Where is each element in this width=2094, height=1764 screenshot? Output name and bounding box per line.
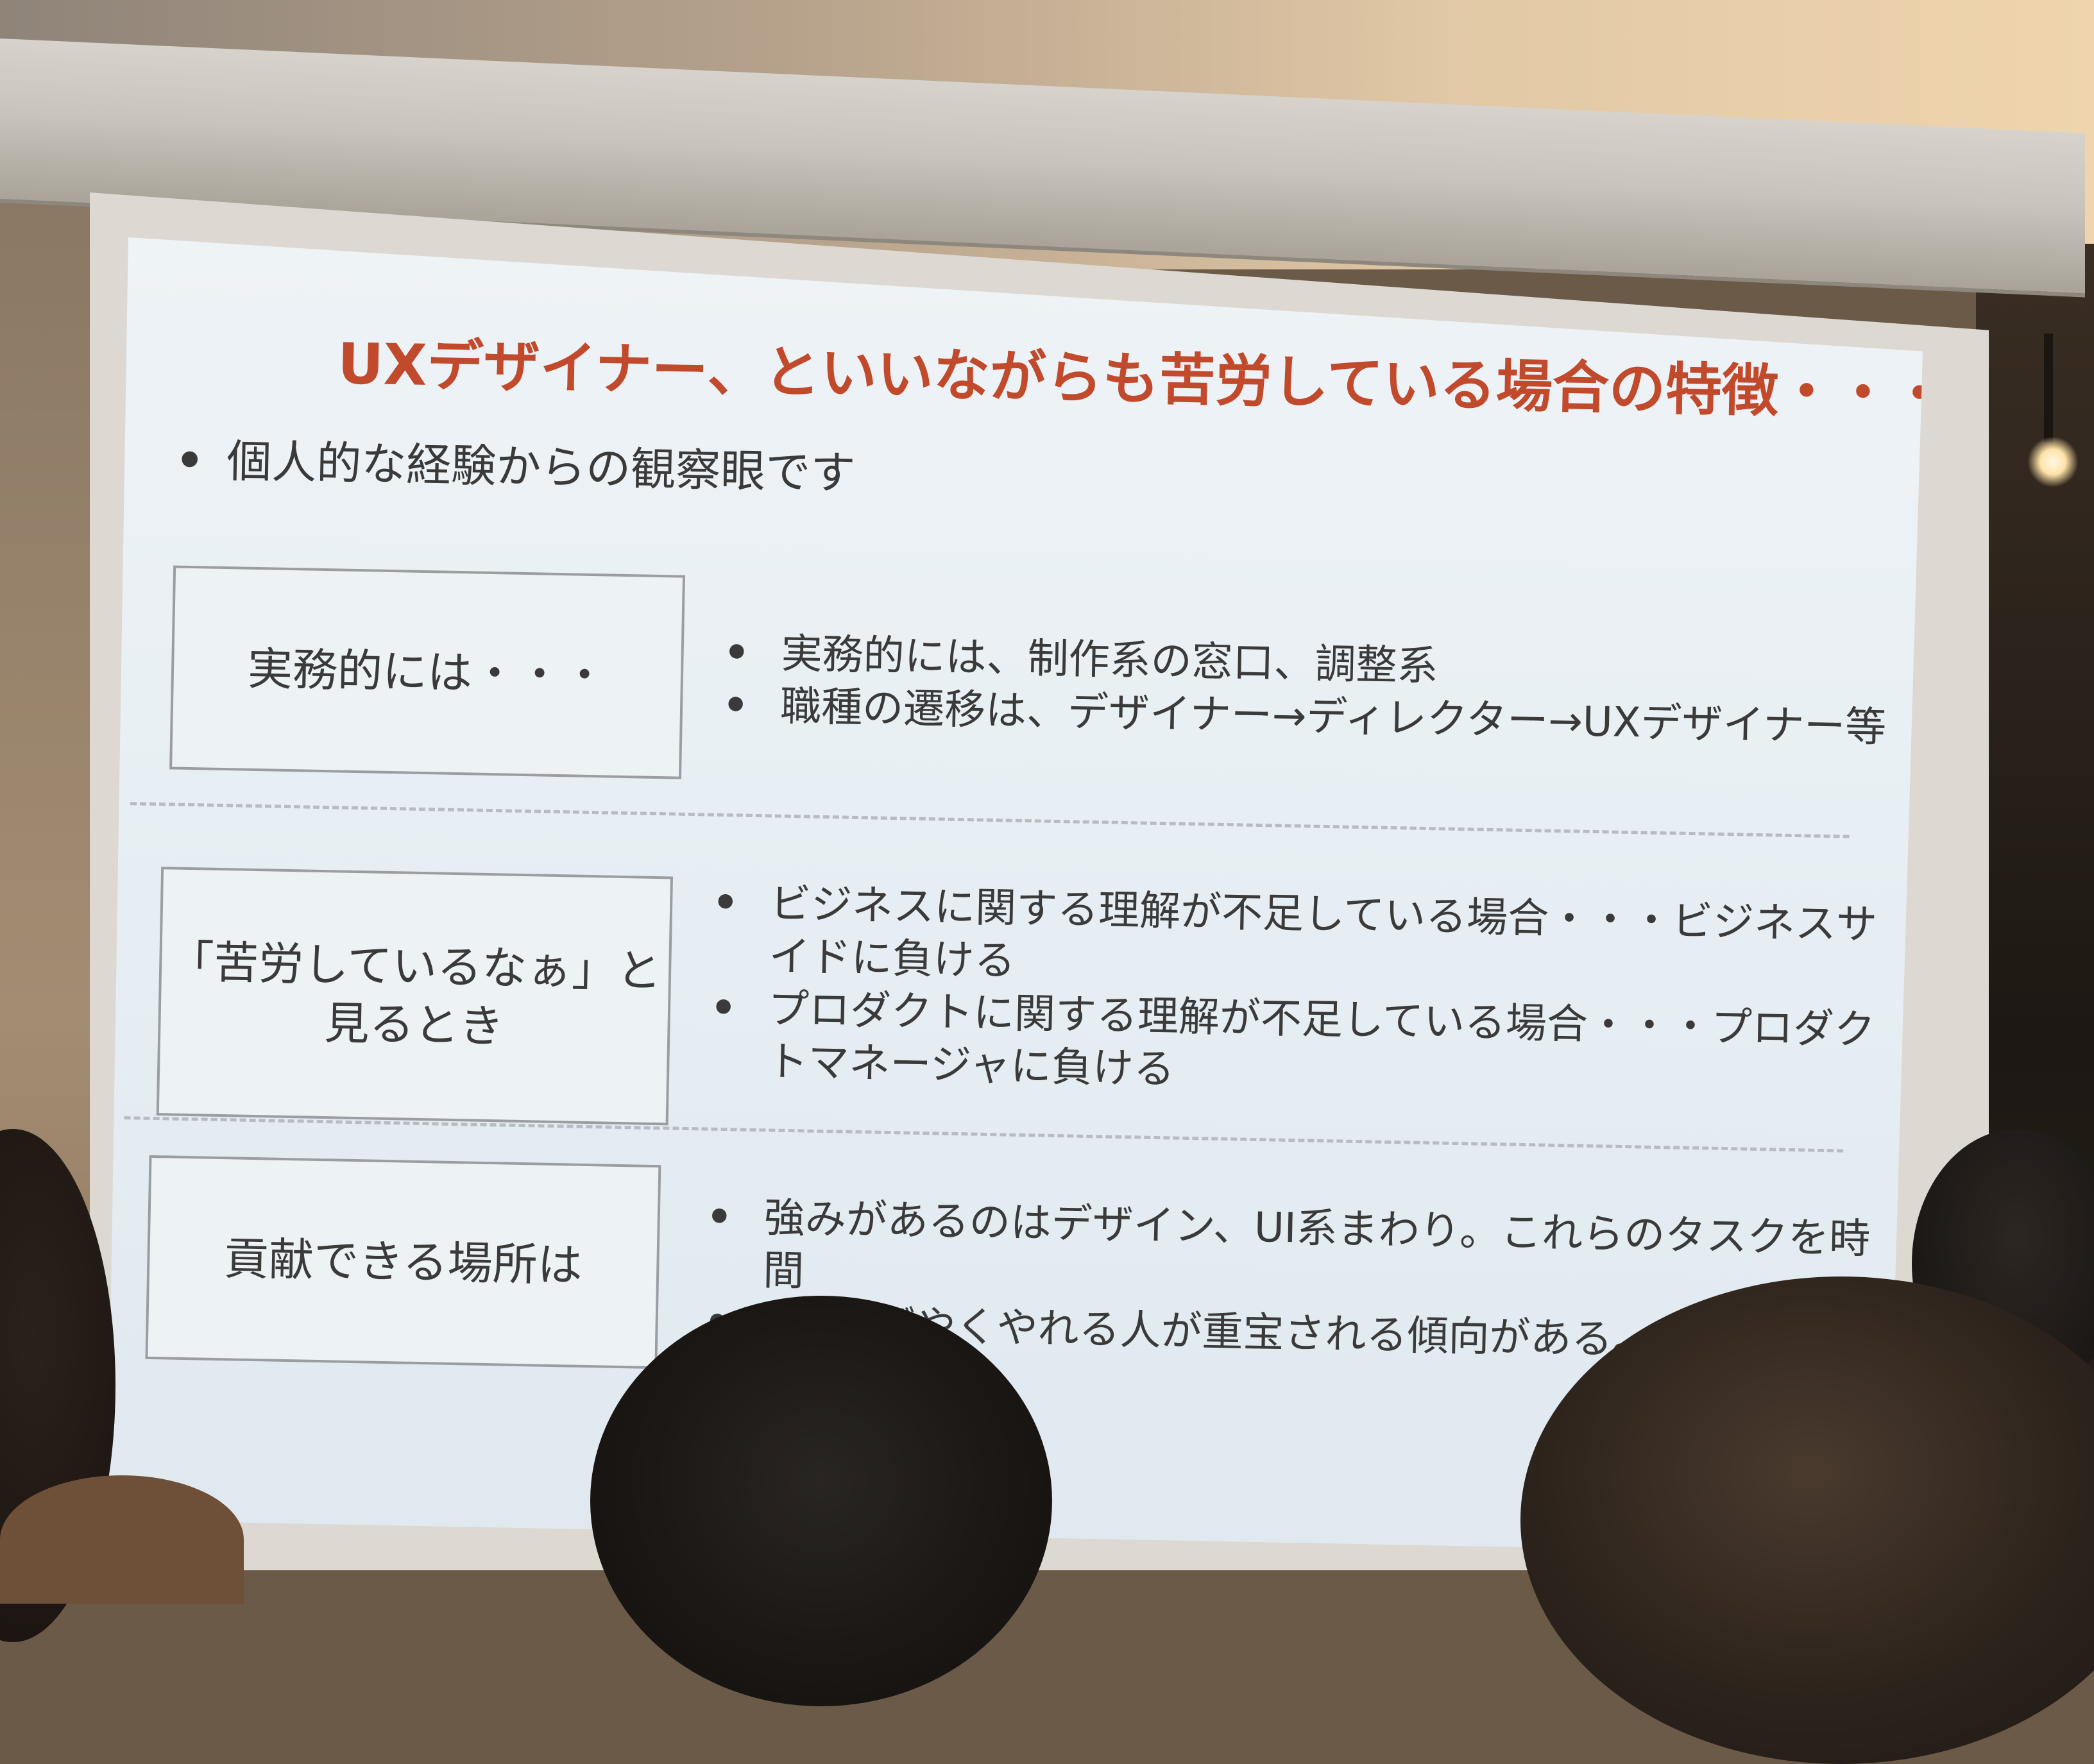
dashed-divider-1	[130, 802, 1850, 838]
section-label-box-3: 貢献できる場所は	[145, 1155, 661, 1369]
section-label-box-2: 「苦労しているなぁ」と見るとき	[157, 867, 673, 1125]
section-label-3: 貢献できる場所は	[223, 1232, 583, 1292]
section-2-bullet-2: プロダクトに関する理解が不足している場合・・・プロダクトマネージャに負ける	[709, 982, 1878, 1110]
section-label-box-1: 実務的には・・・	[169, 565, 685, 779]
section-bullets-2: ビジネスに関する理解が不足している場合・・・ビジネスサイドに負ける プロダクトに…	[709, 878, 1880, 1110]
audience-shoulder-left	[0, 1475, 244, 1604]
spotlight-mount	[2044, 334, 2053, 443]
section-label-2: 「苦労しているなぁ」と見るとき	[168, 935, 662, 1053]
intro-bullet-text: 個人的な経験からの観察眼です	[226, 435, 856, 500]
spotlight	[2027, 436, 2079, 488]
bullet-dot-icon: •	[174, 434, 205, 488]
audience-head-center	[590, 1296, 1052, 1706]
intro-bullet: • 個人的な経験からの観察眼です	[174, 424, 856, 502]
section-label-1: 実務的には・・・	[247, 642, 608, 702]
dashed-divider-2	[124, 1116, 1844, 1152]
section-bullets-1: 実務的には、制作系の窓口、調整系 職種の遷移は、デザイナー→ディレクター→UXデ…	[722, 627, 1891, 755]
